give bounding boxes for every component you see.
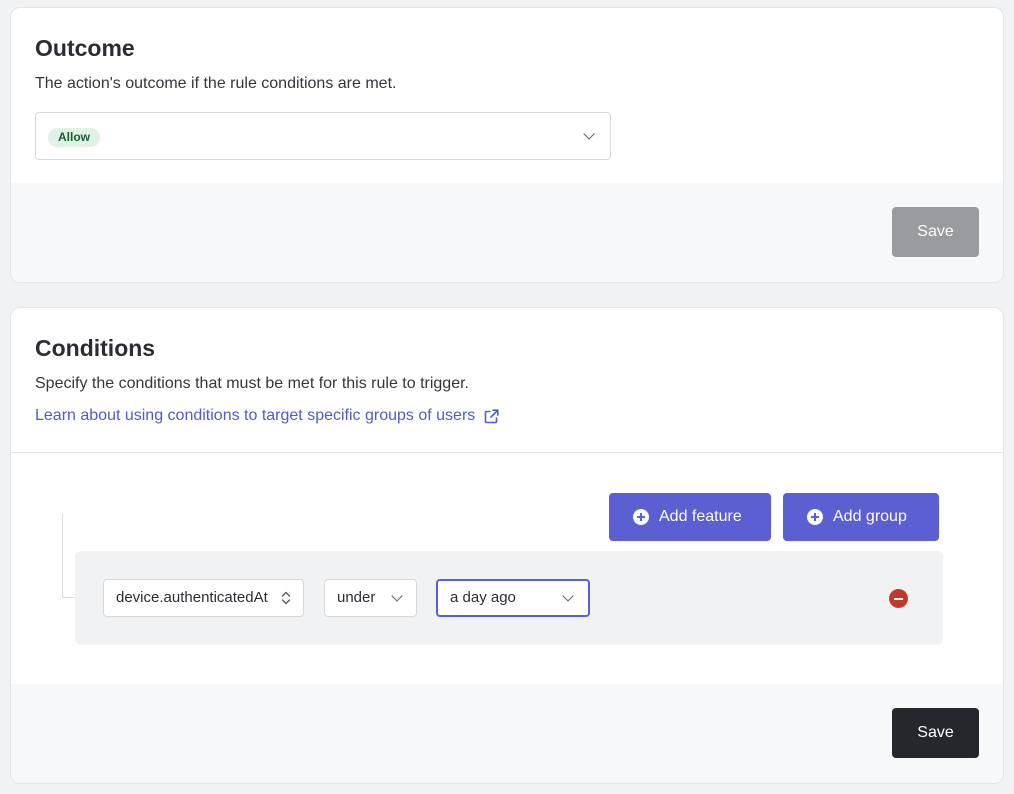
chevron-down-icon — [391, 590, 403, 602]
outcome-select[interactable]: Allow — [35, 112, 611, 160]
add-group-label: Add group — [833, 508, 907, 525]
value-select-value: a day ago — [450, 589, 516, 606]
outcome-description: The action's outcome if the rule conditi… — [35, 75, 397, 92]
section-divider — [11, 452, 1003, 453]
chevron-down-icon — [562, 590, 574, 602]
outcome-card: Outcome The action's outcome if the rule… — [10, 7, 1004, 283]
outcome-title: Outcome — [35, 35, 135, 61]
feature-select-value: device.authenticatedAt — [116, 589, 268, 606]
learn-conditions-link[interactable]: Learn about using conditions to target s… — [35, 407, 500, 425]
conditions-title: Conditions — [35, 335, 156, 361]
tree-connector-branch — [62, 597, 75, 598]
condition-row: device.authenticatedAt under a day ago — [75, 551, 943, 645]
chevron-down-icon — [583, 128, 595, 140]
value-select[interactable]: a day ago — [436, 579, 590, 617]
learn-conditions-link-label: Learn about using conditions to target s… — [35, 407, 476, 424]
plus-circle-icon — [807, 509, 823, 525]
add-group-button[interactable]: Add group — [783, 493, 939, 541]
operator-select[interactable]: under — [324, 579, 417, 617]
add-feature-label: Add feature — [659, 508, 742, 525]
conditions-save-button[interactable]: Save — [892, 708, 979, 758]
add-feature-button[interactable]: Add feature — [609, 493, 771, 541]
external-link-icon — [484, 408, 499, 423]
remove-condition-button[interactable] — [889, 589, 908, 608]
chevron-up-down-icon — [281, 591, 291, 605]
feature-select[interactable]: device.authenticatedAt — [103, 579, 304, 617]
conditions-footer: Save — [11, 684, 1003, 783]
outcome-save-button[interactable]: Save — [892, 207, 979, 257]
operator-select-value: under — [337, 589, 376, 606]
conditions-card: Conditions Specify the conditions that m… — [10, 307, 1004, 784]
outcome-footer: Save — [11, 183, 1003, 282]
plus-circle-icon — [633, 509, 649, 525]
tree-connector — [62, 514, 63, 598]
allow-badge: Allow — [48, 128, 100, 147]
conditions-description: Specify the conditions that must be met … — [35, 375, 469, 392]
